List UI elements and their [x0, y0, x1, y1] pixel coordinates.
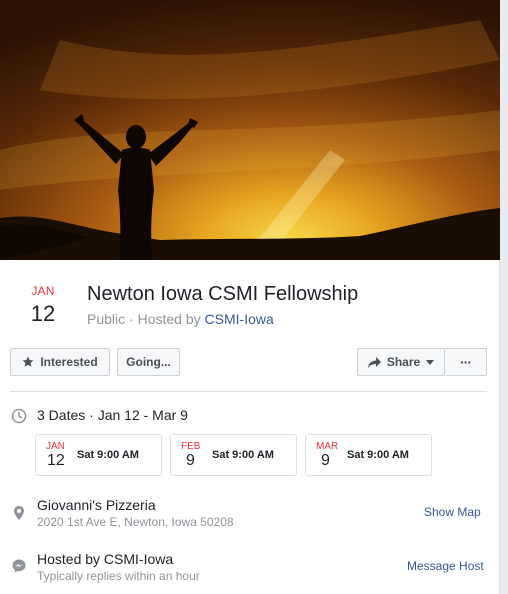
- show-map-link[interactable]: Show Map: [424, 505, 481, 519]
- share-button[interactable]: Share: [357, 348, 445, 376]
- map-pin-icon: [14, 506, 24, 520]
- interested-label: Interested: [40, 355, 98, 369]
- more-options-label: ···: [460, 354, 472, 370]
- location-address: 2020 1st Ave E, Newton, Iowa 50208: [37, 515, 234, 529]
- star-icon: [22, 356, 34, 367]
- host-link[interactable]: CSMI-Iowa: [205, 311, 274, 327]
- interested-button[interactable]: Interested: [10, 348, 110, 376]
- going-button[interactable]: Going...: [117, 348, 180, 376]
- date-card-month: JAN: [46, 441, 65, 452]
- event-page: JAN 12 Newton Iowa CSMI Fellowship Publi…: [0, 0, 508, 594]
- date-card-time: Sat 9:00 AM: [347, 449, 409, 461]
- location-name[interactable]: Giovanni's Pizzeria: [37, 497, 156, 513]
- cover-photo[interactable]: [0, 0, 500, 260]
- event-meta: Public · Hosted by CSMI-Iowa: [87, 311, 274, 327]
- date-card-time: Sat 9:00 AM: [77, 449, 139, 461]
- date-card-day: 9: [186, 452, 195, 469]
- date-card-feb[interactable]: FEB 9 Sat 9:00 AM: [170, 434, 297, 476]
- event-title: Newton Iowa CSMI Fellowship: [87, 283, 359, 305]
- date-card-mar[interactable]: MAR 9 Sat 9:00 AM: [305, 434, 432, 476]
- clock-icon: [11, 408, 27, 424]
- date-card-time: Sat 9:00 AM: [212, 449, 274, 461]
- date-card-day: 12: [47, 452, 65, 469]
- divider: [10, 391, 487, 392]
- messenger-icon: [12, 559, 26, 573]
- hosted-by-prefix: Hosted by: [137, 311, 201, 327]
- event-date-block: JAN 12: [22, 284, 64, 327]
- event-privacy: Public: [87, 311, 126, 327]
- host-name[interactable]: Hosted by CSMI-Iowa: [37, 551, 173, 567]
- cover-image: [0, 0, 500, 260]
- date-card-jan[interactable]: JAN 12 Sat 9:00 AM: [35, 434, 162, 476]
- meta-separator: ·: [129, 311, 138, 327]
- event-month: JAN: [31, 284, 55, 298]
- date-card-month: FEB: [181, 441, 201, 452]
- caret-down-icon: [426, 359, 435, 365]
- event-info-card: JAN 12 Newton Iowa CSMI Fellowship Publi…: [0, 260, 500, 594]
- going-label: Going...: [126, 355, 171, 369]
- page-background-strip: [500, 0, 508, 594]
- share-arrow-icon: [367, 356, 381, 368]
- more-options-button[interactable]: ···: [445, 348, 487, 376]
- date-card-day: 9: [321, 452, 330, 469]
- event-day: 12: [30, 301, 56, 326]
- date-card-month: MAR: [316, 441, 339, 452]
- share-label: Share: [386, 355, 421, 369]
- host-response-time: Typically replies within an hour: [37, 569, 200, 583]
- message-host-link[interactable]: Message Host: [407, 559, 484, 573]
- dates-summary: 3 Dates · Jan 12 - Mar 9: [37, 407, 188, 423]
